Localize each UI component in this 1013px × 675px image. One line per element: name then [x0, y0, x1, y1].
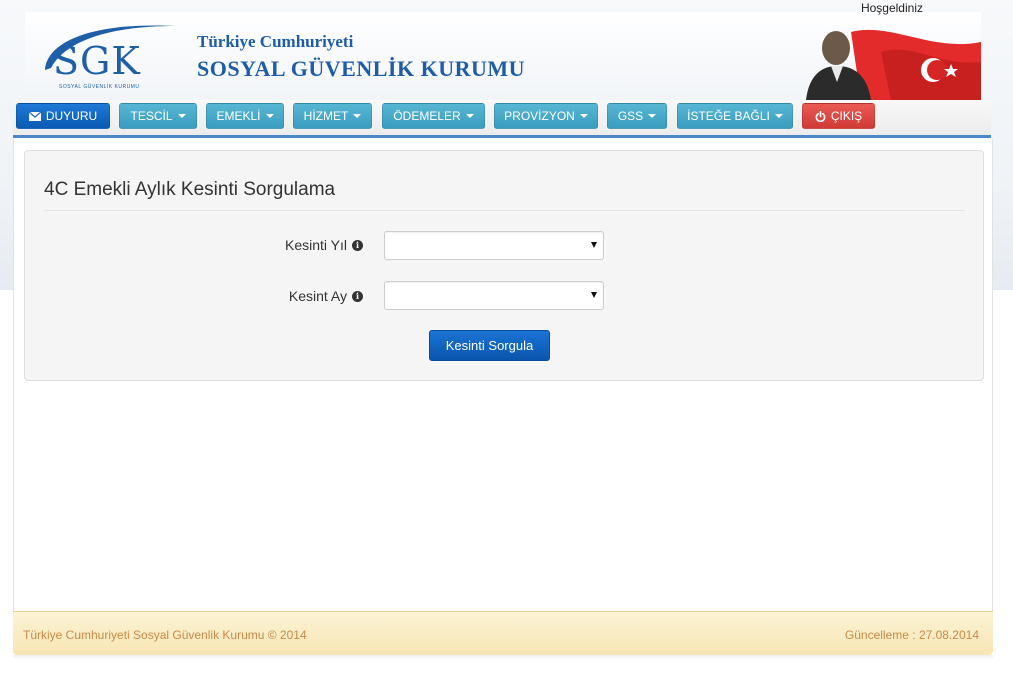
info-icon[interactable]: i — [352, 290, 363, 302]
caret-down-icon — [265, 114, 274, 118]
ataturk-flag-image — [806, 29, 981, 100]
query-panel: 4C Emekli Aylık Kesinti Sorgulama Kesint… — [24, 150, 984, 381]
main-content: 4C Emekli Aylık Kesinti Sorgulama Kesint… — [13, 139, 993, 611]
nav-odemeler-button[interactable]: ÖDEMELER — [382, 103, 485, 129]
nav-provizyon-label: PROVİZYON — [504, 109, 575, 123]
nav-istege-bagli-label: İSTEĞE BAĞLI — [687, 109, 770, 123]
nav-emekli-button[interactable]: EMEKLİ — [206, 103, 284, 129]
caret-down-icon — [177, 114, 186, 118]
kesinti-sorgula-button[interactable]: Kesinti Sorgula — [429, 330, 550, 361]
logo-subtext: SOSYAL GÜVENLİK KURUMU — [59, 84, 140, 90]
nav-odemeler-label: ÖDEMELER — [393, 109, 461, 123]
month-label: Kesint Ay i — [289, 288, 363, 304]
nav-istege-bagli-button[interactable]: İSTEĞE BAĞLI — [677, 103, 793, 129]
nav-cikis-button[interactable]: ÇIKIŞ — [802, 103, 875, 129]
nav-cikis-label: ÇIKIŞ — [830, 109, 863, 123]
footer-copyright: Türkiye Cumhuriyeti Sosyal Güvenlik Kuru… — [23, 628, 307, 642]
site-header: SGK SOSYAL GÜVENLİK KURUMU Türkiye Cumhu… — [25, 12, 981, 100]
footer-shadow — [13, 655, 993, 659]
dropdown-arrow-icon — [591, 242, 597, 248]
power-icon — [815, 110, 826, 122]
caret-down-icon — [648, 114, 657, 118]
nav-duyuru-label: DUYURU — [45, 109, 98, 123]
info-icon[interactable]: i — [352, 239, 363, 251]
nav-duyuru-button[interactable]: DUYURU — [16, 103, 110, 129]
site-footer: Türkiye Cumhuriyeti Sosyal Güvenlik Kuru… — [13, 611, 993, 655]
nav-provizyon-button[interactable]: PROVİZYON — [494, 103, 598, 129]
nav-hizmet-button[interactable]: HİZMET — [293, 103, 372, 129]
logo-text: SGK — [53, 39, 141, 83]
sgk-logo[interactable]: SGK SOSYAL GÜVENLİK KURUMU — [33, 22, 183, 97]
caret-down-icon — [465, 114, 474, 118]
caret-down-icon — [353, 114, 362, 118]
nav-gss-label: GSS — [617, 109, 644, 123]
month-select[interactable] — [384, 281, 604, 310]
footer-updated: Güncelleme : 27.08.2014 — [844, 628, 979, 642]
nav-emekli-label: EMEKLİ — [216, 109, 261, 123]
org-country: Türkiye Cumhuriyeti — [197, 32, 354, 51]
nav-hizmet-label: HİZMET — [303, 109, 349, 123]
main-navbar: DUYURU TESCİL EMEKLİ HİZMET ÖDEMELER PRO… — [13, 100, 991, 138]
page-title: 4C Emekli Aylık Kesinti Sorgulama — [44, 179, 336, 200]
year-label: Kesinti Yıl i — [285, 237, 363, 253]
caret-down-icon — [579, 114, 588, 118]
envelope-icon — [28, 111, 41, 121]
caret-down-icon — [774, 114, 783, 118]
year-label-text: Kesinti Yıl — [285, 237, 347, 253]
nav-tescil-button[interactable]: TESCİL — [119, 103, 197, 129]
org-name: SOSYAL GÜVENLİK KURUMU — [197, 56, 526, 81]
title-divider — [44, 210, 965, 211]
nav-tescil-label: TESCİL — [130, 109, 173, 123]
nav-gss-button[interactable]: GSS — [607, 103, 667, 129]
year-select[interactable] — [384, 231, 604, 260]
dropdown-arrow-icon — [591, 292, 597, 298]
welcome-text: Hoşgeldiniz — [860, 1, 923, 15]
month-label-text: Kesint Ay — [288, 288, 347, 304]
